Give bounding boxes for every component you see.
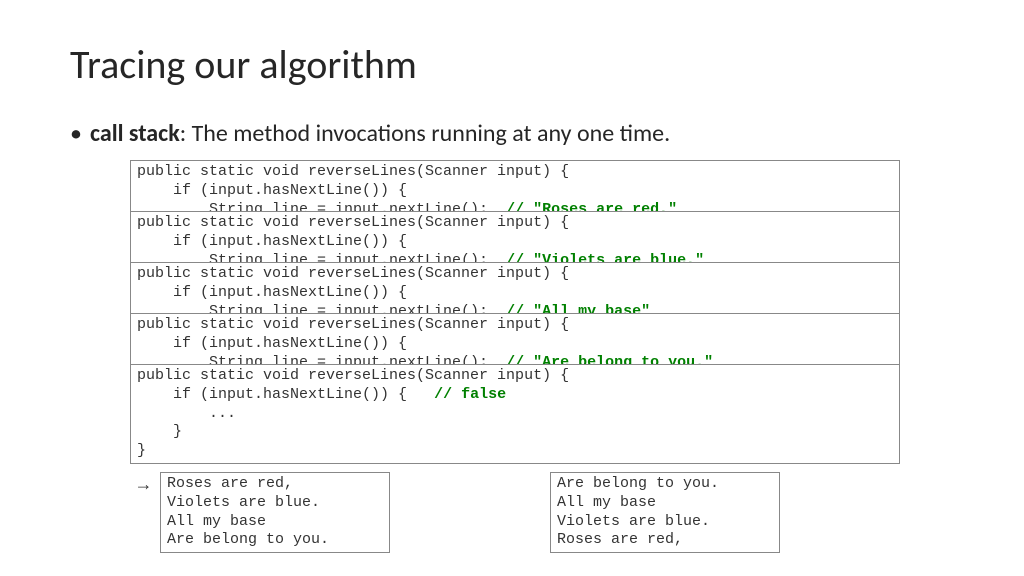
- input-file-box: Roses are red, Violets are blue. All my …: [160, 472, 390, 553]
- output-box: Are belong to you. All my base Violets a…: [550, 472, 780, 553]
- stack-frame: public static void reverseLines(Scanner …: [130, 364, 900, 464]
- slide-title: Tracing our algorithm: [70, 40, 954, 89]
- arrow-icon: →: [138, 476, 149, 496]
- bullet-line: •call stack: The method invocations runn…: [70, 119, 954, 148]
- bullet-definition: : The method invocations running at any …: [180, 119, 670, 148]
- bullet-term: call stack: [90, 119, 180, 148]
